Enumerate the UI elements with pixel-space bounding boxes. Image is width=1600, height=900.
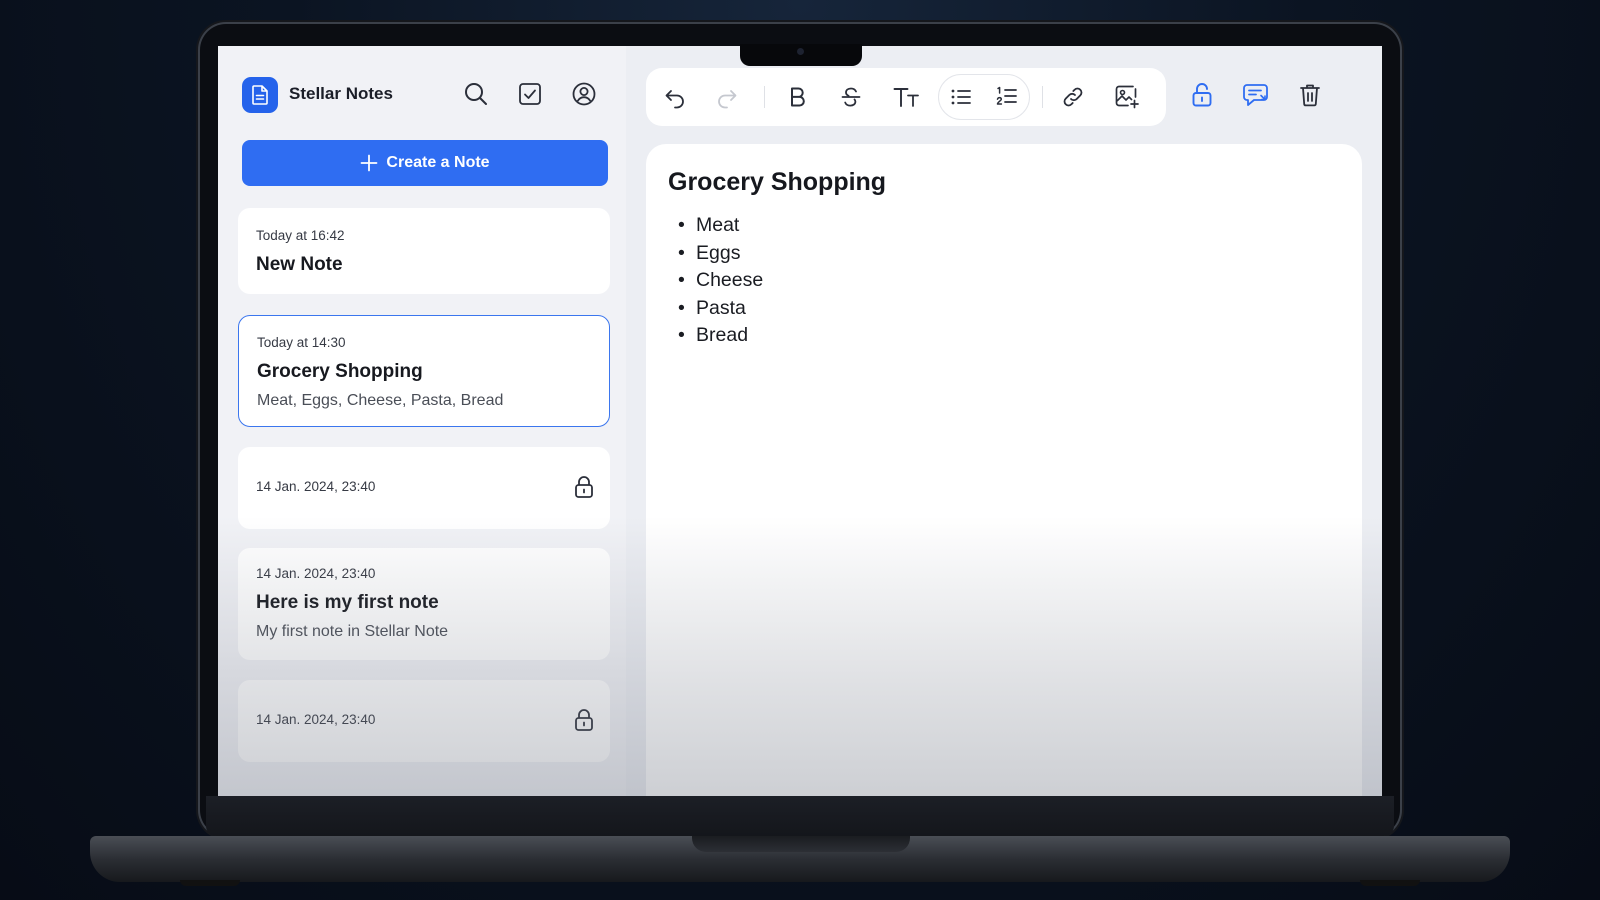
profile-icon [572, 82, 596, 106]
trash-icon [1300, 84, 1320, 107]
list-item[interactable]: Meat [668, 212, 763, 240]
editor-bullet-list[interactable]: Meat Eggs Cheese Pasta Bread [668, 212, 763, 350]
checkbox-icon [519, 83, 541, 105]
note-preview: Meat, Eggs, Cheese, Pasta, Bread [257, 392, 504, 409]
note-card-new-note[interactable]: Today at 16:42 New Note [238, 208, 610, 294]
undo-button[interactable] [660, 82, 690, 112]
add-image-button[interactable] [1112, 82, 1142, 112]
laptop-chin [206, 796, 1394, 836]
note-title: New Note [256, 254, 343, 275]
list-item[interactable]: Cheese [668, 267, 763, 295]
note-preview: My first note in Stellar Note [256, 623, 449, 640]
toolbar-divider [1042, 86, 1043, 108]
bold-button[interactable] [782, 82, 812, 112]
note-card-first-note[interactable]: 14 Jan. 2024, 23:40 Here is my first not… [238, 548, 610, 660]
numbered-list-icon [996, 86, 1017, 105]
list-item[interactable]: Eggs [668, 240, 763, 268]
laptop-foot [180, 880, 240, 886]
laptop-opening-notch [692, 836, 910, 852]
note-date: 14 Jan. 2024, 23:40 [256, 566, 376, 581]
numbered-list-button[interactable] [992, 82, 1022, 112]
link-icon [1063, 87, 1083, 107]
list-item[interactable]: Pasta [668, 295, 763, 323]
share-comment-icon [1243, 84, 1268, 106]
strikethrough-icon [841, 87, 861, 107]
sidebar: Stellar Notes Create a Note Today at 16:… [218, 46, 626, 796]
list-item[interactable]: Bread [668, 322, 763, 350]
camera-notch [740, 44, 862, 66]
editor-title[interactable]: Grocery Shopping [668, 168, 886, 197]
app-logo [242, 77, 278, 113]
undo-icon [665, 90, 684, 109]
create-note-button[interactable]: Create a Note [242, 140, 608, 186]
tasks-button[interactable] [515, 79, 545, 109]
share-comment-button[interactable] [1240, 79, 1272, 111]
bullet-list-icon [951, 89, 971, 105]
document-icon [252, 85, 268, 105]
lock-button [572, 707, 596, 733]
toolbar-divider [764, 86, 765, 108]
lock-icon [575, 476, 593, 498]
unlock-icon [1192, 83, 1212, 107]
note-date: Today at 16:42 [256, 228, 345, 243]
redo-button[interactable] [712, 82, 742, 112]
note-date: Today at 14:30 [257, 335, 346, 350]
bullet-list-button[interactable] [946, 82, 976, 112]
delete-button[interactable] [1294, 79, 1326, 111]
create-note-label: Create a Note [386, 154, 490, 171]
lock-icon [575, 709, 593, 731]
note-date: 14 Jan. 2024, 23:40 [256, 712, 376, 727]
note-title: Here is my first note [256, 592, 439, 613]
redo-icon [718, 90, 737, 109]
note-title: Grocery Shopping [257, 361, 423, 382]
note-editor[interactable]: Grocery Shopping Meat Eggs Cheese Pasta … [646, 144, 1362, 796]
strikethrough-button[interactable] [836, 82, 866, 112]
laptop-foot [1360, 880, 1420, 886]
note-card-grocery-shopping[interactable]: Today at 14:30 Grocery Shopping Meat, Eg… [238, 315, 610, 427]
text-size-button[interactable] [890, 82, 924, 112]
profile-button[interactable] [569, 79, 599, 109]
format-toolbar [646, 68, 1166, 126]
plus-icon [361, 154, 378, 172]
note-date: 14 Jan. 2024, 23:40 [256, 479, 376, 494]
add-image-icon [1115, 85, 1139, 109]
app-screen: Stellar Notes Create a Note Today at 16:… [218, 46, 1382, 796]
link-button[interactable] [1058, 82, 1088, 112]
search-icon [465, 83, 487, 105]
unlock-button[interactable] [1186, 79, 1218, 111]
lock-button [572, 474, 596, 500]
text-size-icon [893, 88, 919, 107]
note-card-locked-1[interactable]: 14 Jan. 2024, 23:40 [238, 447, 610, 529]
bold-icon [791, 87, 805, 107]
camera-icon [797, 48, 804, 55]
search-button[interactable] [461, 79, 491, 109]
app-title: Stellar Notes [289, 84, 393, 103]
note-card-locked-2[interactable]: 14 Jan. 2024, 23:40 [238, 680, 610, 762]
